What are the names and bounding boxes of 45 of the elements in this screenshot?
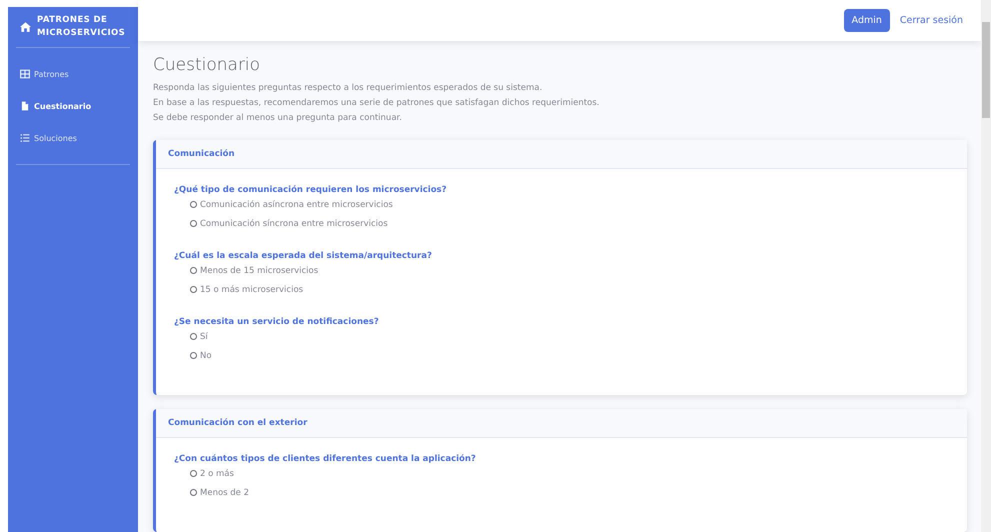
scrollbar[interactable] bbox=[981, 0, 991, 532]
radio-button[interactable] bbox=[190, 333, 197, 340]
radio-option[interactable]: Menos de 15 microservicios bbox=[174, 261, 949, 280]
option-label: 15 o más microservicios bbox=[200, 284, 304, 294]
radio-option[interactable]: Menos de 2 bbox=[174, 483, 949, 502]
option-label: Menos de 2 bbox=[200, 488, 250, 498]
radio-button[interactable] bbox=[190, 201, 197, 208]
question-text: ¿Cuál es la escala esperada del sistema/arquitectura? bbox=[174, 251, 433, 261]
file-icon bbox=[20, 101, 30, 111]
option-label: Menos de 15 microservicios bbox=[200, 266, 318, 276]
radio-option[interactable]: 2 o más bbox=[174, 464, 949, 483]
home-icon bbox=[20, 22, 31, 32]
sidebar-item[interactable]: Soluciones bbox=[16, 122, 130, 154]
intro-text: Responda las siguientes preguntas respecto a los requerimientos esperados de su sistema. bbox=[153, 82, 544, 95]
card-title: Comunicación con el exterior bbox=[156, 409, 967, 438]
admin-button[interactable]: Admin bbox=[844, 9, 890, 32]
option-label: Comunicación asíncrona entre microservicios bbox=[200, 200, 393, 210]
option-label: Sí bbox=[200, 332, 208, 342]
option-label: No bbox=[200, 350, 212, 360]
list-icon bbox=[20, 133, 30, 143]
option-label: Comunicación síncrona entre microservicios bbox=[200, 218, 388, 228]
radio-button[interactable] bbox=[190, 470, 197, 477]
radio-option[interactable]: Sí bbox=[174, 327, 949, 346]
question-text: ¿Con cuántos tipos de clientes diferentes cuenta la aplicación? bbox=[174, 454, 477, 464]
option-label: 2 o más bbox=[200, 468, 234, 478]
brand-title: PATRONES DE MICROSERVICIOS bbox=[37, 14, 126, 40]
table-icon bbox=[20, 69, 30, 79]
logout-link[interactable]: Cerrar sesión bbox=[900, 15, 963, 26]
radio-option[interactable]: Comunicación asíncrona entre microservicios bbox=[174, 195, 949, 214]
sidebar-item[interactable]: Patrones bbox=[16, 58, 130, 90]
radio-option[interactable]: 15 o más microservicios bbox=[174, 280, 949, 299]
sidebar-item[interactable]: Cuestionario bbox=[16, 90, 130, 122]
radio-option[interactable]: No bbox=[174, 346, 949, 365]
radio-button[interactable] bbox=[190, 220, 197, 227]
radio-button[interactable] bbox=[190, 352, 197, 359]
intro-text: En base a las respuestas, recomendaremos una serie de patrones que satisfagan dichos requerimientos. bbox=[153, 97, 600, 110]
radio-option[interactable]: Comunicación síncrona entre microservicios bbox=[174, 214, 949, 233]
card-title: Comunicación bbox=[156, 140, 967, 169]
intro-text: Se debe responder al menos una pregunta para continuar. bbox=[153, 112, 403, 125]
question-text: ¿Se necesita un servicio de notificaciones? bbox=[174, 317, 380, 327]
radio-button[interactable] bbox=[190, 286, 197, 293]
page-title: Cuestionario bbox=[153, 55, 262, 75]
question-text: ¿Qué tipo de comunicación requieren los microservicios? bbox=[174, 185, 448, 195]
radio-button[interactable] bbox=[190, 489, 197, 496]
radio-button[interactable] bbox=[190, 267, 197, 274]
